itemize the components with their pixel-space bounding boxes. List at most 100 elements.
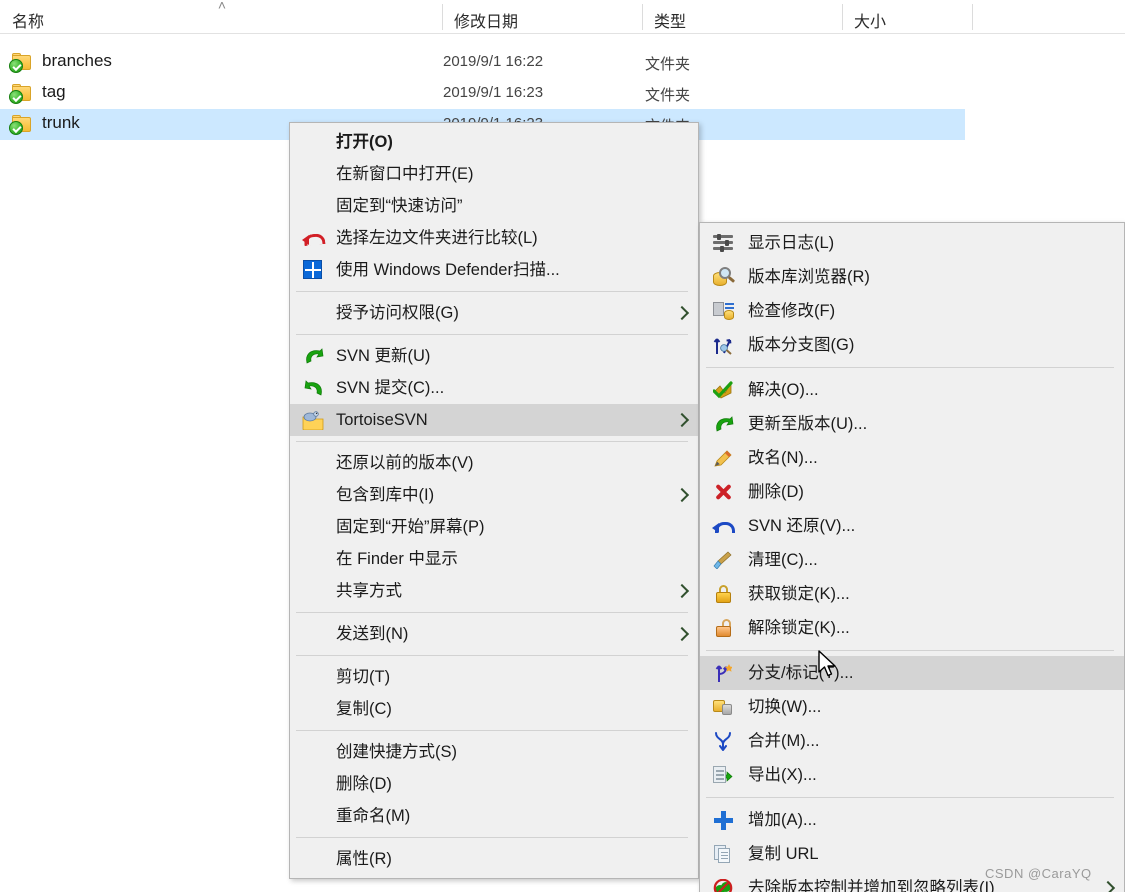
- tortoisesvn-menu-item[interactable]: SVN 还原(V)...: [700, 509, 1124, 543]
- tortoisesvn-menu-item[interactable]: 分支/标记(T)...: [700, 656, 1124, 690]
- column-header-1[interactable]: 名称: [0, 0, 442, 34]
- menu-item-label: 切换(W)...: [748, 697, 822, 716]
- branch-tag-icon: [712, 662, 734, 684]
- tortoisesvn-menu-item[interactable]: 改名(N)...: [700, 441, 1124, 475]
- menu-item-label: 删除(D): [336, 774, 392, 793]
- show-log-icon: [712, 232, 734, 254]
- release-lock-icon: [712, 617, 734, 639]
- menu-item-label: 解除锁定(K)...: [748, 618, 850, 637]
- context-menu-item[interactable]: 包含到库中(I): [290, 479, 698, 511]
- explorer-context-menu[interactable]: 打开(O) 在新窗口中打开(E) 固定到“快速访问” 选择左边文件夹进行比较(L) 使用…: [289, 122, 699, 879]
- svn-revert-icon: [712, 515, 735, 537]
- context-menu-item[interactable]: 创建快捷方式(S): [290, 736, 698, 768]
- context-menu-item[interactable]: 固定到“开始”屏幕(P): [290, 511, 698, 543]
- tortoisesvn-menu-item[interactable]: 获取锁定(K)...: [700, 577, 1124, 611]
- column-divider[interactable]: [642, 4, 643, 30]
- merge-icon: [712, 730, 734, 752]
- tortoisesvn-menu-item[interactable]: 显示日志(L): [700, 226, 1124, 260]
- column-header-4[interactable]: 大小: [842, 0, 972, 34]
- menu-item-label: SVN 提交(C)...: [336, 378, 445, 397]
- column-divider[interactable]: [972, 4, 973, 30]
- context-menu-item[interactable]: 发送到(N): [290, 618, 698, 650]
- menu-separator: [706, 797, 1114, 798]
- menu-item-label: 解决(O)...: [748, 380, 819, 399]
- chevron-right-icon: [1102, 882, 1114, 892]
- context-menu-item[interactable]: SVN 提交(C)...: [290, 372, 698, 404]
- tortoisesvn-menu-item[interactable]: 版本分支图(G): [700, 328, 1124, 362]
- cell-modified-date: 2019/9/1 16:22: [443, 53, 544, 70]
- delete-icon: [712, 481, 734, 503]
- context-menu-item[interactable]: 属性(R): [290, 843, 698, 875]
- context-menu-item[interactable]: 剪切(T): [290, 661, 698, 693]
- context-menu-item[interactable]: 使用 Windows Defender扫描...: [290, 254, 698, 286]
- add-icon: [712, 809, 734, 831]
- menu-separator: [296, 334, 688, 335]
- tortoisesvn-menu-item[interactable]: 增加(A)...: [700, 803, 1124, 837]
- context-menu-item[interactable]: 在新窗口中打开(E): [290, 158, 698, 190]
- repo-browser-icon: [712, 266, 736, 288]
- update-to-revision-icon: [712, 413, 734, 435]
- context-menu-item[interactable]: 复制(C): [290, 693, 698, 725]
- tortoisesvn-submenu[interactable]: 显示日志(L) 版本库浏览器(R) 检查修改(F) 版本分支图(G) 解决(O)... 更…: [699, 222, 1125, 892]
- tortoisesvn-menu-item[interactable]: 检查修改(F): [700, 294, 1124, 328]
- svn-commit-icon: [302, 377, 324, 399]
- check-modifications-icon: [712, 300, 734, 322]
- context-menu-item[interactable]: SVN 更新(U): [290, 340, 698, 372]
- tortoisesvn-menu-item[interactable]: 解除锁定(K)...: [700, 611, 1124, 645]
- tortoisesvn-menu-item[interactable]: 合并(M)...: [700, 724, 1124, 758]
- context-menu-item[interactable]: 共享方式: [290, 575, 698, 607]
- chevron-right-icon: [676, 585, 688, 597]
- folder-versioned-icon: [9, 53, 32, 73]
- menu-item-label: 版本库浏览器(R): [748, 267, 870, 286]
- tortoisesvn-menu-item[interactable]: 版本库浏览器(R): [700, 260, 1124, 294]
- folder-versioned-icon: [9, 84, 32, 104]
- undo-red-icon: [302, 227, 324, 249]
- windows-defender-icon: [302, 259, 324, 281]
- column-header-3[interactable]: 类型: [642, 0, 842, 34]
- menu-item-label: 选择左边文件夹进行比较(L): [336, 228, 538, 247]
- menu-item-label: 分支/标记(T)...: [748, 663, 854, 682]
- menu-item-label: 创建快捷方式(S): [336, 742, 457, 761]
- menu-separator: [706, 367, 1114, 368]
- menu-item-label: 重命名(M): [336, 806, 411, 825]
- revision-graph-icon: [712, 334, 734, 356]
- menu-item-label: 包含到库中(I): [336, 485, 435, 504]
- context-menu-item[interactable]: 还原以前的版本(V): [290, 447, 698, 479]
- cell-modified-date: 2019/9/1 16:23: [443, 84, 544, 101]
- chevron-right-icon: [676, 414, 688, 426]
- table-row[interactable]: branches 2019/9/1 16:22 文件夹: [0, 47, 965, 78]
- menu-item-label: 发送到(N): [336, 624, 409, 643]
- tortoisesvn-menu-item[interactable]: 删除(D): [700, 475, 1124, 509]
- svn-update-icon: [302, 345, 324, 367]
- table-row[interactable]: tag 2019/9/1 16:23 文件夹: [0, 78, 965, 109]
- column-header-label: 名称: [12, 14, 45, 31]
- column-divider[interactable]: [442, 4, 443, 30]
- tortoisesvn-menu-item[interactable]: 解决(O)...: [700, 373, 1124, 407]
- column-header-label: 类型: [654, 14, 687, 31]
- menu-item-label: 还原以前的版本(V): [336, 453, 474, 472]
- context-menu-item[interactable]: 删除(D): [290, 768, 698, 800]
- context-menu-item[interactable]: TortoiseSVN: [290, 404, 698, 436]
- header-divider: [0, 33, 1125, 34]
- column-header-2[interactable]: 修改日期: [442, 0, 642, 34]
- unversion-ignore-icon: [712, 877, 734, 892]
- tortoisesvn-menu-item[interactable]: 更新至版本(U)...: [700, 407, 1124, 441]
- menu-item-label: 显示日志(L): [748, 233, 835, 252]
- context-menu-item[interactable]: 固定到“快速访问”: [290, 190, 698, 222]
- tortoisesvn-menu-item[interactable]: 清理(C)...: [700, 543, 1124, 577]
- context-menu-item[interactable]: 打开(O): [290, 126, 698, 158]
- context-menu-item[interactable]: 在 Finder 中显示: [290, 543, 698, 575]
- context-menu-item[interactable]: 重命名(M): [290, 800, 698, 832]
- context-menu-item[interactable]: 授予访问权限(G): [290, 297, 698, 329]
- menu-item-label: 共享方式: [336, 581, 402, 600]
- chevron-right-icon: [676, 307, 688, 319]
- column-divider[interactable]: [842, 4, 843, 30]
- menu-separator: [706, 650, 1114, 651]
- menu-separator: [296, 441, 688, 442]
- column-header-label: 修改日期: [454, 14, 519, 31]
- tortoisesvn-menu-item[interactable]: 导出(X)...: [700, 758, 1124, 792]
- context-menu-item[interactable]: 选择左边文件夹进行比较(L): [290, 222, 698, 254]
- menu-item-label: 合并(M)...: [748, 731, 820, 750]
- tortoisesvn-menu-item[interactable]: 切换(W)...: [700, 690, 1124, 724]
- cell-type: 文件夹: [645, 56, 691, 73]
